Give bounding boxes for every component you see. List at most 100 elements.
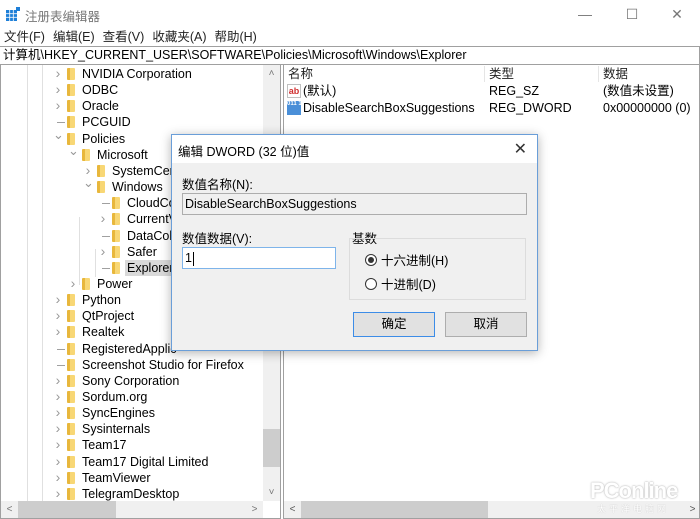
text-caret bbox=[192, 251, 194, 266]
column-header-type[interactable]: 类型 bbox=[484, 66, 514, 82]
scroll-right-icon[interactable]: > bbox=[684, 501, 699, 518]
value-data-input[interactable]: 1 bbox=[182, 247, 336, 269]
tree-item[interactable]: › ODBC bbox=[1, 81, 263, 98]
scroll-up-icon[interactable]: ˄ bbox=[263, 65, 280, 82]
folder-icon bbox=[112, 229, 120, 242]
menu-help[interactable]: 帮助(H) bbox=[210, 28, 260, 46]
folder-icon bbox=[112, 213, 120, 226]
tree-item[interactable]: › Sysinternals bbox=[1, 420, 263, 437]
tree-item[interactable]: › TeamViewer bbox=[1, 469, 263, 486]
folder-icon bbox=[67, 487, 75, 500]
tree-item-label: TeamViewer bbox=[82, 470, 151, 485]
chevron-right-icon[interactable]: › bbox=[53, 323, 63, 339]
chevron-right-icon[interactable]: › bbox=[53, 453, 63, 469]
chevron-right-icon[interactable]: › bbox=[53, 291, 63, 307]
value-name: (默认) bbox=[303, 84, 337, 98]
maximize-button[interactable]: ☐ bbox=[609, 0, 655, 28]
chevron-right-icon[interactable]: › bbox=[68, 275, 78, 291]
tree-item-label: PCGUID bbox=[82, 115, 131, 130]
scroll-down-icon[interactable]: ˅ bbox=[263, 484, 280, 501]
chevron-right-icon[interactable]: › bbox=[53, 388, 63, 404]
dialog-close-icon[interactable]: ✕ bbox=[514, 139, 527, 159]
minimize-icon: — bbox=[578, 6, 592, 22]
value-name-field: DisableSearchBoxSuggestions bbox=[182, 193, 527, 215]
tree-item-label: CurrentV bbox=[127, 212, 178, 227]
menu-favorites[interactable]: 收藏夹(A) bbox=[148, 28, 210, 46]
tree-horizontal-scrollbar[interactable]: < > bbox=[1, 501, 263, 518]
tree-item[interactable]: › Sordum.org bbox=[1, 388, 263, 405]
tree-item[interactable]: › NVIDIA Corporation bbox=[1, 65, 263, 82]
scroll-left-icon[interactable]: < bbox=[284, 501, 301, 518]
tree-hscroll-thumb[interactable] bbox=[18, 501, 116, 518]
list-header: 名称 类型 数据 bbox=[284, 65, 699, 82]
scroll-right-icon[interactable]: > bbox=[246, 501, 263, 518]
column-header-data[interactable]: 数据 bbox=[598, 66, 628, 82]
menu-edit[interactable]: 编辑(E) bbox=[49, 28, 99, 46]
radio-decimal[interactable]: 十进制(D) bbox=[365, 274, 436, 293]
edit-dword-dialog: 编辑 DWORD (32 位)值 ✕ 数值名称(N): DisableSearc… bbox=[171, 134, 538, 351]
chevron-right-icon[interactable]: › bbox=[53, 420, 63, 436]
chevron-right-icon[interactable]: › bbox=[53, 469, 63, 485]
folder-icon bbox=[67, 439, 75, 452]
tree-item[interactable]: Screenshot Studio for Firefox bbox=[1, 357, 263, 373]
dialog-title-bar: 编辑 DWORD (32 位)值 ✕ bbox=[172, 135, 537, 163]
column-header-name[interactable]: 名称 bbox=[284, 66, 313, 82]
chevron-right-icon[interactable]: › bbox=[53, 372, 63, 388]
value-name: DisableSearchBoxSuggestions bbox=[303, 101, 475, 115]
value-name-label: 数值名称(N): bbox=[182, 178, 253, 192]
radio-checked-icon bbox=[365, 253, 377, 266]
cancel-button[interactable]: 取消 bbox=[445, 312, 527, 337]
minimize-button[interactable]: — bbox=[562, 0, 608, 28]
radio-unchecked-icon bbox=[365, 277, 377, 290]
string-value-icon: ab bbox=[287, 84, 301, 98]
chevron-right-icon[interactable]: › bbox=[53, 404, 63, 420]
menu-view[interactable]: 查看(V) bbox=[99, 28, 149, 46]
value-data-label: 数值数据(V): bbox=[182, 232, 253, 246]
folder-icon bbox=[67, 326, 75, 339]
tree-item[interactable]: › Sony Corporation bbox=[1, 372, 263, 389]
tree-item-label: Team17 bbox=[82, 438, 127, 453]
chevron-right-icon[interactable]: › bbox=[98, 210, 108, 226]
tree-item[interactable]: PCGUID bbox=[1, 114, 263, 130]
title-bar: 注册表编辑器 — ☐ ✕ bbox=[0, 0, 700, 28]
window-title: 注册表编辑器 bbox=[25, 10, 101, 24]
folder-icon bbox=[97, 164, 105, 177]
radio-hexadecimal[interactable]: 十六进制(H) bbox=[365, 250, 448, 269]
tree-item[interactable]: › Oracle bbox=[1, 97, 263, 114]
chevron-down-icon[interactable]: ⌄ bbox=[68, 143, 79, 159]
radio-hex-label: 十六进制(H) bbox=[381, 254, 449, 268]
value-row[interactable]: 011 110 DisableSearchBoxSuggestions REG_… bbox=[284, 100, 699, 116]
tree-connector-line bbox=[102, 267, 110, 269]
chevron-right-icon[interactable]: › bbox=[53, 485, 63, 501]
chevron-right-icon[interactable]: › bbox=[53, 436, 63, 452]
tree-item[interactable]: › Team17 Digital Limited bbox=[1, 453, 263, 470]
tree-vscroll-thumb[interactable] bbox=[263, 429, 280, 467]
chevron-down-icon[interactable]: ⌄ bbox=[83, 175, 94, 191]
menu-file[interactable]: 文件(F) bbox=[0, 28, 49, 46]
value-type: REG_DWORD bbox=[489, 101, 572, 115]
tree-item-label: Team17 Digital Limited bbox=[82, 454, 209, 469]
chevron-right-icon[interactable]: › bbox=[53, 97, 63, 113]
tree-item-label: TelegramDesktop bbox=[82, 486, 180, 501]
dialog-title: 编辑 DWORD (32 位)值 bbox=[178, 145, 310, 159]
scroll-left-icon[interactable]: < bbox=[1, 501, 18, 518]
registry-editor-icon bbox=[6, 7, 20, 21]
folder-icon bbox=[82, 277, 90, 290]
tree-item[interactable]: › SyncEngines bbox=[1, 404, 263, 421]
folder-icon bbox=[67, 294, 75, 307]
close-button[interactable]: ✕ bbox=[654, 0, 700, 28]
tree-item[interactable]: › Team17 bbox=[1, 436, 263, 453]
address-bar[interactable]: 计算机\HKEY_CURRENT_USER\SOFTWARE\Policies\… bbox=[0, 46, 700, 65]
chevron-right-icon[interactable]: › bbox=[53, 307, 63, 323]
chevron-right-icon[interactable]: › bbox=[53, 81, 63, 97]
chevron-down-icon[interactable]: ⌄ bbox=[53, 127, 64, 143]
tree-item-label: Screenshot Studio for Firefox bbox=[82, 357, 244, 372]
tree-item[interactable]: › TelegramDesktop bbox=[1, 485, 263, 502]
ok-button[interactable]: 确定 bbox=[353, 312, 435, 337]
folder-icon bbox=[67, 342, 75, 355]
tree-connector-line bbox=[102, 203, 110, 205]
chevron-right-icon[interactable]: › bbox=[98, 243, 108, 259]
folder-icon bbox=[67, 423, 75, 436]
chevron-right-icon[interactable]: › bbox=[53, 65, 63, 81]
value-row[interactable]: ab (默认) REG_SZ (数值未设置) bbox=[284, 83, 699, 99]
